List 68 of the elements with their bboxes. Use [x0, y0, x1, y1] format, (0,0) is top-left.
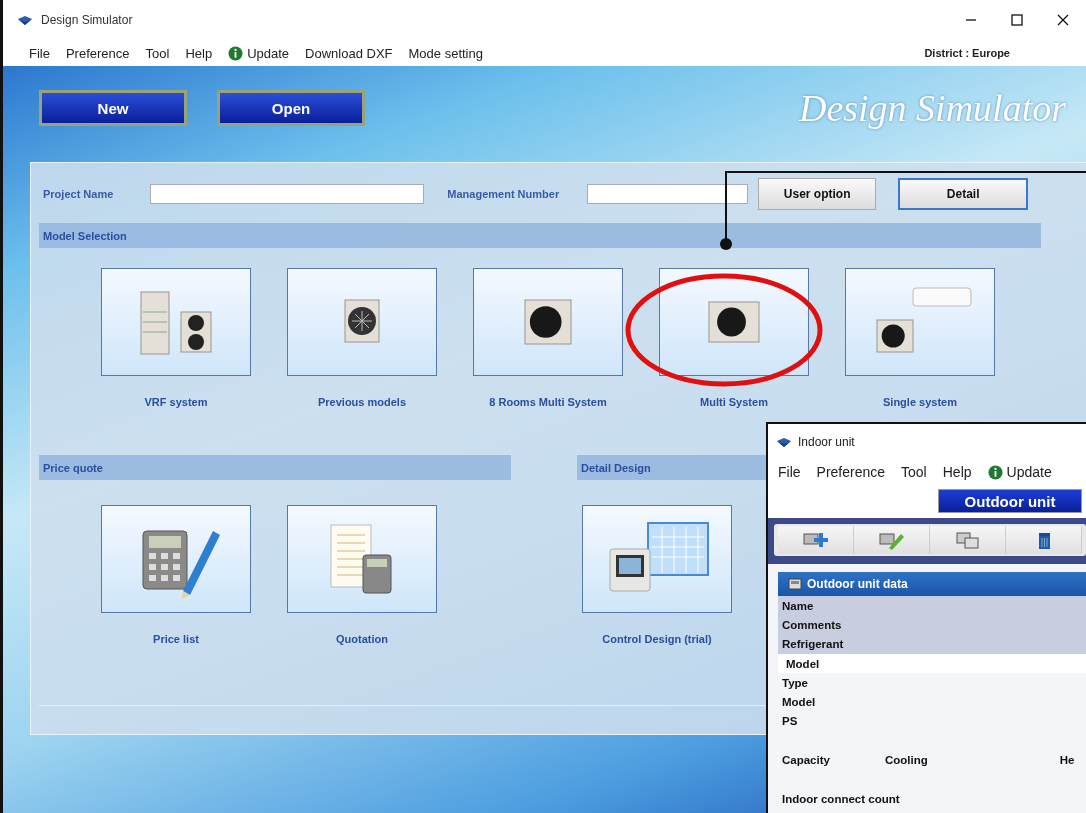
section-header: Price quote: [39, 455, 511, 480]
window-title: Indoor unit: [798, 435, 855, 449]
menu-item[interactable]: Preference: [57, 45, 138, 61]
tile-label: Control Design (trial): [602, 633, 712, 645]
section-header: Model Selection: [39, 223, 1041, 248]
app-logo-icon: [17, 14, 33, 26]
info-icon: [228, 45, 244, 61]
outdoor-unit-tab[interactable]: Outdoor unit: [938, 489, 1082, 513]
model-tile[interactable]: [101, 505, 251, 613]
field-label: Management Number: [447, 188, 560, 200]
logo-text: Design Simulator: [798, 86, 1066, 130]
menu-item[interactable]: Help: [934, 464, 980, 480]
column-label: Cooling: [884, 753, 928, 766]
model-tile[interactable]: [101, 268, 251, 376]
model-tile[interactable]: [473, 268, 623, 376]
menu-item[interactable]: Update: [220, 45, 298, 61]
option-button[interactable]: Detail: [898, 178, 1029, 210]
section-title: Outdoor unit data: [807, 577, 908, 591]
action-button[interactable]: Open: [217, 90, 365, 126]
row-label: Capacity: [782, 753, 830, 766]
edit-unit-icon: [878, 530, 905, 550]
menu-item[interactable]: Tool: [893, 464, 935, 480]
tile-label: 8 Rooms Multi System: [489, 396, 607, 408]
tile-label: Quotation: [336, 633, 388, 645]
add-unit-icon: [802, 530, 829, 550]
model-tile[interactable]: [659, 268, 809, 376]
row-label: Name: [782, 599, 814, 612]
menu-item[interactable]: Mode setting: [400, 45, 491, 61]
toolbar-button[interactable]: [930, 526, 1006, 554]
maximize-icon: [1011, 14, 1023, 26]
copy-unit-icon: [954, 530, 981, 550]
menu-item[interactable]: Download DXF: [297, 45, 401, 61]
column-label: He: [1059, 753, 1075, 766]
district-label: District : Europe: [924, 47, 1010, 59]
input-field[interactable]: [150, 184, 425, 204]
model-tile[interactable]: [582, 505, 732, 613]
tile-label: Single system: [883, 396, 957, 408]
window-title: Design Simulator: [41, 13, 134, 27]
row-label: Model: [786, 657, 820, 670]
row-label: Refrigerant: [782, 637, 844, 650]
menu-item[interactable]: File: [21, 45, 58, 61]
option-button[interactable]: User option: [758, 178, 877, 210]
tile-label: Previous models: [317, 396, 406, 408]
menu-item[interactable]: Help: [177, 45, 221, 61]
menu-item[interactable]: File: [770, 464, 809, 480]
toolbar-button[interactable]: [1006, 526, 1082, 554]
toolbar-button[interactable]: [778, 526, 854, 554]
tile-label: VRF system: [144, 396, 208, 408]
menu-item[interactable]: Update: [979, 464, 1060, 480]
menu-item[interactable]: Preference: [808, 464, 894, 480]
tile-label: Multi System: [700, 396, 768, 408]
row-label: Comments: [782, 618, 842, 631]
row-label: Indoor connect count: [782, 792, 900, 805]
row-label: Model: [782, 695, 816, 708]
toolbar-button[interactable]: [854, 526, 930, 554]
info-icon: [987, 464, 1003, 480]
close-icon: [1057, 14, 1069, 26]
input-field[interactable]: [587, 184, 749, 204]
model-tile[interactable]: [845, 268, 995, 376]
action-button[interactable]: New: [39, 90, 187, 126]
app-logo-icon: [776, 436, 792, 448]
model-tile[interactable]: [287, 505, 437, 613]
row-label: PS: [782, 714, 798, 727]
row-label: Type: [782, 676, 808, 689]
model-tile[interactable]: [287, 268, 437, 376]
tile-label: Price list: [153, 633, 199, 645]
field-label: Project Name: [43, 188, 114, 200]
menu-item[interactable]: Tool: [137, 45, 178, 61]
